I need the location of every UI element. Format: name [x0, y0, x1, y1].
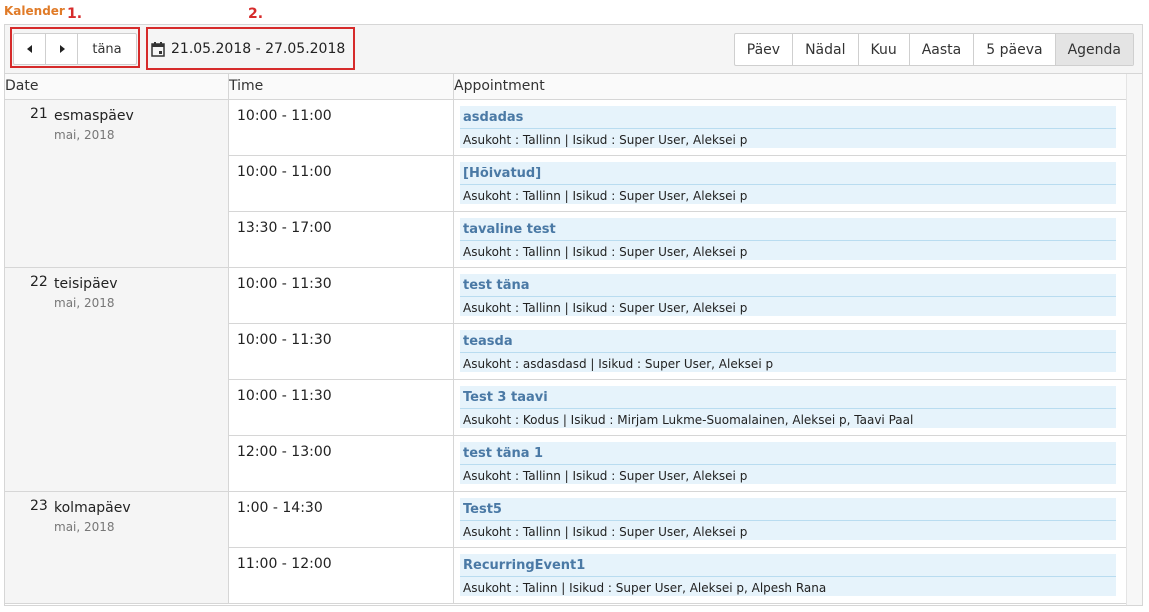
header-date: Date [5, 74, 229, 99]
event-description: Asukoht : Tallinn | Isikud : Super User,… [463, 133, 748, 147]
view-month-button[interactable]: Kuu [859, 34, 910, 65]
event-title: Test 3 taavi [460, 386, 1116, 409]
day-name: esmaspäev [54, 108, 134, 124]
event-title: [Hõivatud] [460, 162, 1116, 185]
event-item[interactable]: test täna 1 Asukoht : Tallinn | Isikud :… [460, 442, 1116, 484]
event-time: 10:00 - 11:30 [229, 380, 454, 435]
event-description: Asukoht : Tallinn | Isikud : Super User,… [463, 525, 748, 539]
agenda-header-row: Date Time Appointment [5, 74, 1142, 100]
event-time: 11:00 - 12:00 [229, 548, 454, 603]
event-time: 10:00 - 11:30 [229, 268, 454, 323]
day-cell: 21 esmaspäev mai, 2018 [5, 100, 229, 267]
day-number: 22 [30, 274, 48, 290]
event-description: Asukoht : Kodus | Isikud : Mirjam Lukme-… [463, 413, 914, 427]
event-item[interactable]: Test 3 taavi Asukoht : Kodus | Isikud : … [460, 386, 1116, 428]
annotation-box-1 [10, 27, 140, 68]
agenda-row: 11:00 - 12:00 RecurringEvent1 Asukoht : … [229, 548, 1128, 603]
agenda-body: 21 esmaspäev mai, 2018 10:00 - 11:00 asd… [5, 100, 1128, 604]
event-title: test täna 1 [460, 442, 1116, 465]
day-cell: 23 kolmapäev mai, 2018 [5, 492, 229, 603]
agenda-row: 10:00 - 11:00 [Hõivatud] Asukoht : Talli… [229, 156, 1128, 212]
agenda-row: 10:00 - 11:30 Test 3 taavi Asukoht : Kod… [229, 380, 1128, 436]
event-description: Asukoht : Tallinn | Isikud : Super User,… [463, 301, 748, 315]
event-item[interactable]: asdadas Asukoht : Tallinn | Isikud : Sup… [460, 106, 1116, 148]
day-number: 23 [30, 498, 48, 514]
agenda-row: 10:00 - 11:30 test täna Asukoht : Tallin… [229, 268, 1128, 324]
view-agenda-button[interactable]: Agenda [1055, 34, 1133, 65]
event-description: Asukoht : Tallinn | Isikud : Super User,… [463, 189, 748, 203]
event-title: tavaline test [460, 218, 1116, 241]
event-item[interactable]: test täna Asukoht : Tallinn | Isikud : S… [460, 274, 1116, 316]
day-group: 22 teisipäev mai, 2018 10:00 - 11:30 tes… [5, 268, 1128, 492]
event-time: 1:00 - 14:30 [229, 492, 454, 547]
view-year-button[interactable]: Aasta [910, 34, 975, 65]
day-month: mai, 2018 [54, 296, 115, 310]
agenda-row: 10:00 - 11:30 teasda Asukoht : asdasdasd… [229, 324, 1128, 380]
event-description: Asukoht : Tallinn | Isikud : Super User,… [463, 245, 748, 259]
event-description: Asukoht : Talinn | Isikud : Super User, … [463, 581, 827, 595]
event-title: Test5 [460, 498, 1116, 521]
event-time: 10:00 - 11:00 [229, 156, 454, 211]
event-description: Asukoht : Tallinn | Isikud : Super User,… [463, 469, 748, 483]
event-item[interactable]: RecurringEvent1 Asukoht : Talinn | Isiku… [460, 554, 1116, 596]
day-group: 21 esmaspäev mai, 2018 10:00 - 11:00 asd… [5, 100, 1128, 268]
view-switcher: Päev Nädal Kuu Aasta 5 päeva Agenda [733, 33, 1134, 66]
day-month: mai, 2018 [54, 128, 115, 142]
event-description: Asukoht : asdasdasd | Isikud : Super Use… [463, 357, 774, 371]
day-group: 23 kolmapäev mai, 2018 1:00 - 14:30 Test… [5, 492, 1128, 604]
event-item[interactable]: tavaline test Asukoht : Tallinn | Isikud… [460, 218, 1116, 260]
event-item[interactable]: teasda Asukoht : asdasdasd | Isikud : Su… [460, 330, 1116, 372]
annotation-label-2: 2. [248, 6, 264, 22]
event-title: RecurringEvent1 [460, 554, 1116, 577]
header-time: Time [229, 74, 454, 99]
day-name: teisipäev [54, 276, 118, 292]
agenda-row: 12:00 - 13:00 test täna 1 Asukoht : Tall… [229, 436, 1128, 491]
app-title: Kalender [4, 4, 65, 18]
header-appointment: Appointment [454, 74, 1128, 99]
view-week-button[interactable]: Nädal [793, 34, 859, 65]
event-time: 13:30 - 17:00 [229, 212, 454, 267]
scheduler-widget: täna 21.05.2018 - 27.05.2018 Päev Nädal … [4, 24, 1143, 606]
vertical-scrollbar[interactable] [1126, 74, 1142, 605]
event-item[interactable]: [Hõivatud] Asukoht : Tallinn | Isikud : … [460, 162, 1116, 204]
event-item[interactable]: Test5 Asukoht : Tallinn | Isikud : Super… [460, 498, 1116, 540]
event-time: 10:00 - 11:00 [229, 100, 454, 155]
event-time: 12:00 - 13:00 [229, 436, 454, 491]
agenda-row: 1:00 - 14:30 Test5 Asukoht : Tallinn | I… [229, 492, 1128, 548]
day-month: mai, 2018 [54, 520, 115, 534]
day-number: 21 [30, 106, 48, 122]
day-name: kolmapäev [54, 500, 131, 516]
view-day-button[interactable]: Päev [735, 34, 794, 65]
day-cell: 22 teisipäev mai, 2018 [5, 268, 229, 491]
agenda-row: 13:30 - 17:00 tavaline test Asukoht : Ta… [229, 212, 1128, 267]
event-title: asdadas [460, 106, 1116, 129]
event-title: teasda [460, 330, 1116, 353]
annotation-label-1: 1. [67, 6, 83, 22]
agenda-row: 10:00 - 11:00 asdadas Asukoht : Tallinn … [229, 100, 1128, 156]
view-workweek-button[interactable]: 5 päeva [974, 34, 1056, 65]
annotation-box-2 [146, 27, 355, 70]
event-time: 10:00 - 11:30 [229, 324, 454, 379]
event-title: test täna [460, 274, 1116, 297]
